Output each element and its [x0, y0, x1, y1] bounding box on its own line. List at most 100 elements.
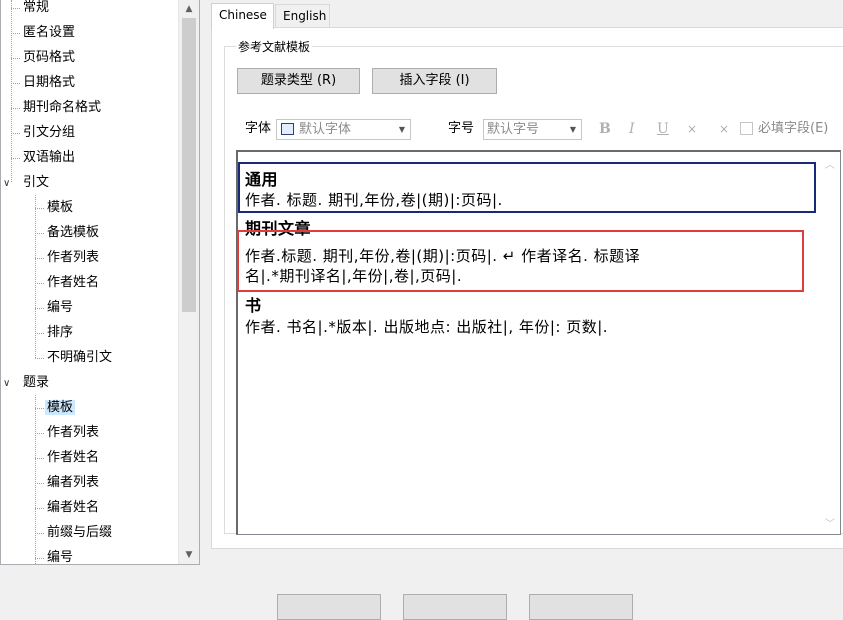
template-line-book: 作者. 书名|.*版本|. 出版地点: 出版社|, 年份|: 页数|.	[245, 318, 609, 336]
tree-item[interactable]: 期刊命名格式	[21, 95, 103, 120]
tree-item[interactable]: 模板	[45, 395, 76, 420]
tree-item-label: 页码格式	[23, 50, 76, 65]
tree-item-label: 编者列表	[47, 475, 100, 490]
chevron-down-icon[interactable]: ∨	[3, 378, 10, 389]
tree-item[interactable]: 引文分组	[21, 120, 77, 145]
tree-connector	[11, 58, 20, 59]
tab-chinese[interactable]: Chinese	[211, 3, 274, 29]
chevron-down-icon: ▼	[569, 125, 576, 134]
tree-item-label: 作者列表	[47, 250, 100, 265]
font-select-value: 默认字体	[299, 122, 352, 137]
bold-button[interactable]: B	[599, 117, 611, 141]
editor-scrollbar[interactable]: ︿ ﹀	[822, 152, 840, 534]
tree-item[interactable]: 编者列表	[45, 470, 101, 495]
tree-connector	[35, 308, 44, 309]
tree-connector	[35, 558, 44, 559]
tab-english[interactable]: English	[275, 4, 330, 27]
group-title: 参考文献模板	[236, 38, 313, 55]
tree-item[interactable]: 匿名设置	[21, 20, 77, 45]
superscript-button[interactable]: ×	[687, 117, 697, 141]
required-field-checkbox[interactable]	[740, 122, 753, 135]
tree-connector	[35, 433, 44, 434]
dialog-button-3[interactable]	[529, 594, 633, 620]
italic-button[interactable]: I	[629, 117, 635, 141]
tree-connector	[11, 33, 20, 34]
tree-item[interactable]: 不明确引文	[45, 345, 114, 370]
scroll-down-icon[interactable]: ﹀	[825, 515, 835, 530]
tree-item[interactable]: 日期格式	[21, 70, 77, 95]
tree-item[interactable]: 常规	[21, 0, 51, 20]
tree-connector	[11, 133, 20, 134]
insert-field-button[interactable]: 插入字段 (I)	[372, 68, 497, 94]
subscript-button[interactable]: ×	[719, 117, 729, 141]
tree-item[interactable]: 前缀与后缀	[45, 520, 114, 545]
scroll-up-icon[interactable]: ▲	[179, 0, 199, 18]
tree-connector	[35, 333, 44, 334]
tree-connector	[11, 83, 20, 84]
tree-item-label: 匿名设置	[23, 25, 76, 40]
tree-item-label: 编者姓名	[47, 500, 100, 515]
tree-connector	[35, 258, 44, 259]
chevron-down-icon: ▼	[398, 125, 405, 134]
tree-item[interactable]: 题录	[21, 370, 51, 395]
font-label: 字体	[245, 121, 272, 136]
tree-connector	[35, 458, 44, 459]
scroll-up-icon[interactable]: ︿	[825, 156, 835, 171]
tree-item[interactable]: 作者列表	[45, 245, 101, 270]
tree-connector	[11, 158, 20, 159]
tree-item-label: 排序	[47, 325, 74, 340]
tree-item-label: 不明确引文	[47, 350, 113, 365]
tree-connector	[11, 108, 20, 109]
tree-connector	[35, 508, 44, 509]
tree-scrollbar[interactable]: ▲ ▼	[178, 0, 199, 564]
tree-guide	[35, 195, 36, 358]
style-tree[interactable]: 常规 匿名设置 页码格式 日期格式 期刊命名格式 引文分组 双语输出 ∨ 引文 模板 备选模板 作者列…	[0, 0, 200, 565]
size-select-value: 默认字号	[487, 122, 540, 137]
tree-item-label: 引文分组	[23, 125, 76, 140]
tree-item-label: 模板	[47, 200, 74, 215]
scroll-thumb[interactable]	[182, 18, 196, 312]
tree-connector	[35, 283, 44, 284]
tree-item-label: 引文	[23, 175, 50, 190]
tree-item[interactable]: 备选模板	[45, 220, 101, 245]
tree-connector	[35, 533, 44, 534]
section-heading-book: 书	[245, 296, 262, 315]
tree-item-label: 编号	[47, 550, 74, 565]
tree-item-label: 备选模板	[47, 225, 100, 240]
tree-connector	[35, 208, 44, 209]
tree-connector	[11, 8, 20, 9]
tree-item-label: 题录	[23, 375, 50, 390]
tree-item[interactable]: 模板	[45, 195, 75, 220]
font-select[interactable]: 默认字体 ▼	[276, 119, 411, 140]
tree-item-label: 作者姓名	[47, 450, 100, 465]
highlight-box-blue	[238, 162, 816, 213]
tree-item[interactable]: 排序	[45, 320, 75, 345]
underline-button[interactable]: U	[657, 117, 669, 141]
tree-connector	[35, 233, 44, 234]
reference-type-button[interactable]: 题录类型 (R)	[237, 68, 360, 94]
scroll-down-icon[interactable]: ▼	[179, 546, 199, 564]
tree-item[interactable]: 双语输出	[21, 145, 77, 170]
tree-item[interactable]: 作者姓名	[45, 270, 101, 295]
dialog-button-1[interactable]	[277, 594, 381, 620]
required-field-label: 必填字段(E)	[758, 121, 829, 136]
tree-item[interactable]: 引文	[21, 170, 51, 195]
tree-item-label: 双语输出	[23, 150, 76, 165]
tree-item[interactable]: 作者姓名	[45, 445, 101, 470]
font-icon	[281, 123, 294, 135]
tree-item-label: 作者姓名	[47, 275, 100, 290]
tree-item-label: 日期格式	[23, 75, 76, 90]
tree-item[interactable]: 编号	[45, 295, 75, 320]
dialog-button-2[interactable]	[403, 594, 507, 620]
size-select[interactable]: 默认字号 ▼	[483, 119, 582, 140]
highlight-box-red	[237, 230, 804, 292]
tree-connector	[35, 483, 44, 484]
tree-guide	[11, 0, 12, 182]
tree-item[interactable]: 页码格式	[21, 45, 77, 70]
tree-item[interactable]: 编号	[45, 545, 75, 565]
size-label: 字号	[448, 121, 475, 136]
tree-item-label: 期刊命名格式	[23, 100, 102, 115]
tree-item[interactable]: 作者列表	[45, 420, 101, 445]
chevron-down-icon[interactable]: ∨	[3, 178, 10, 189]
tree-item[interactable]: 编者姓名	[45, 495, 101, 520]
